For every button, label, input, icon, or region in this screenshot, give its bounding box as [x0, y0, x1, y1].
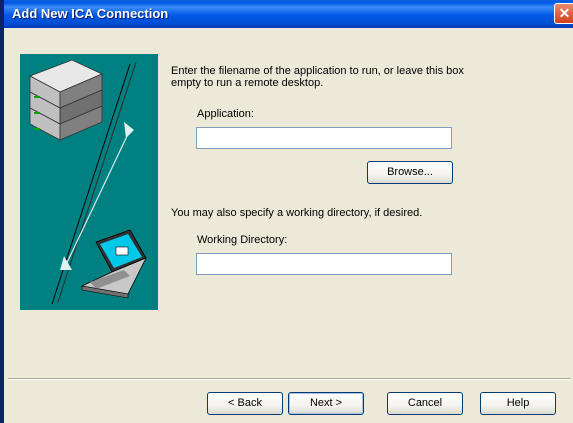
instructions-text: Enter the filename of the application to… — [171, 65, 464, 89]
laptop-icon — [80, 229, 147, 299]
workdir-input[interactable] — [196, 253, 452, 275]
close-icon: ✕ — [558, 5, 571, 21]
cancel-button[interactable]: Cancel — [387, 392, 463, 415]
workdir-label: Working Directory: — [197, 234, 288, 246]
separator — [8, 378, 571, 380]
dialog-title: Add New ICA Connection — [12, 6, 169, 21]
workdir-hint-text: You may also specify a working directory… — [171, 207, 423, 219]
browse-button[interactable]: Browse... — [367, 161, 453, 184]
wizard-graphic — [20, 54, 158, 310]
application-input[interactable] — [196, 127, 452, 149]
server-icon — [29, 59, 103, 141]
next-button[interactable]: Next > — [288, 392, 364, 415]
title-bar[interactable]: Add New ICA Connection ✕ — [4, 0, 573, 28]
close-button[interactable]: ✕ — [554, 3, 573, 24]
help-button[interactable]: Help — [480, 392, 556, 415]
back-button[interactable]: < Back — [207, 392, 283, 415]
application-label: Application: — [197, 108, 254, 120]
